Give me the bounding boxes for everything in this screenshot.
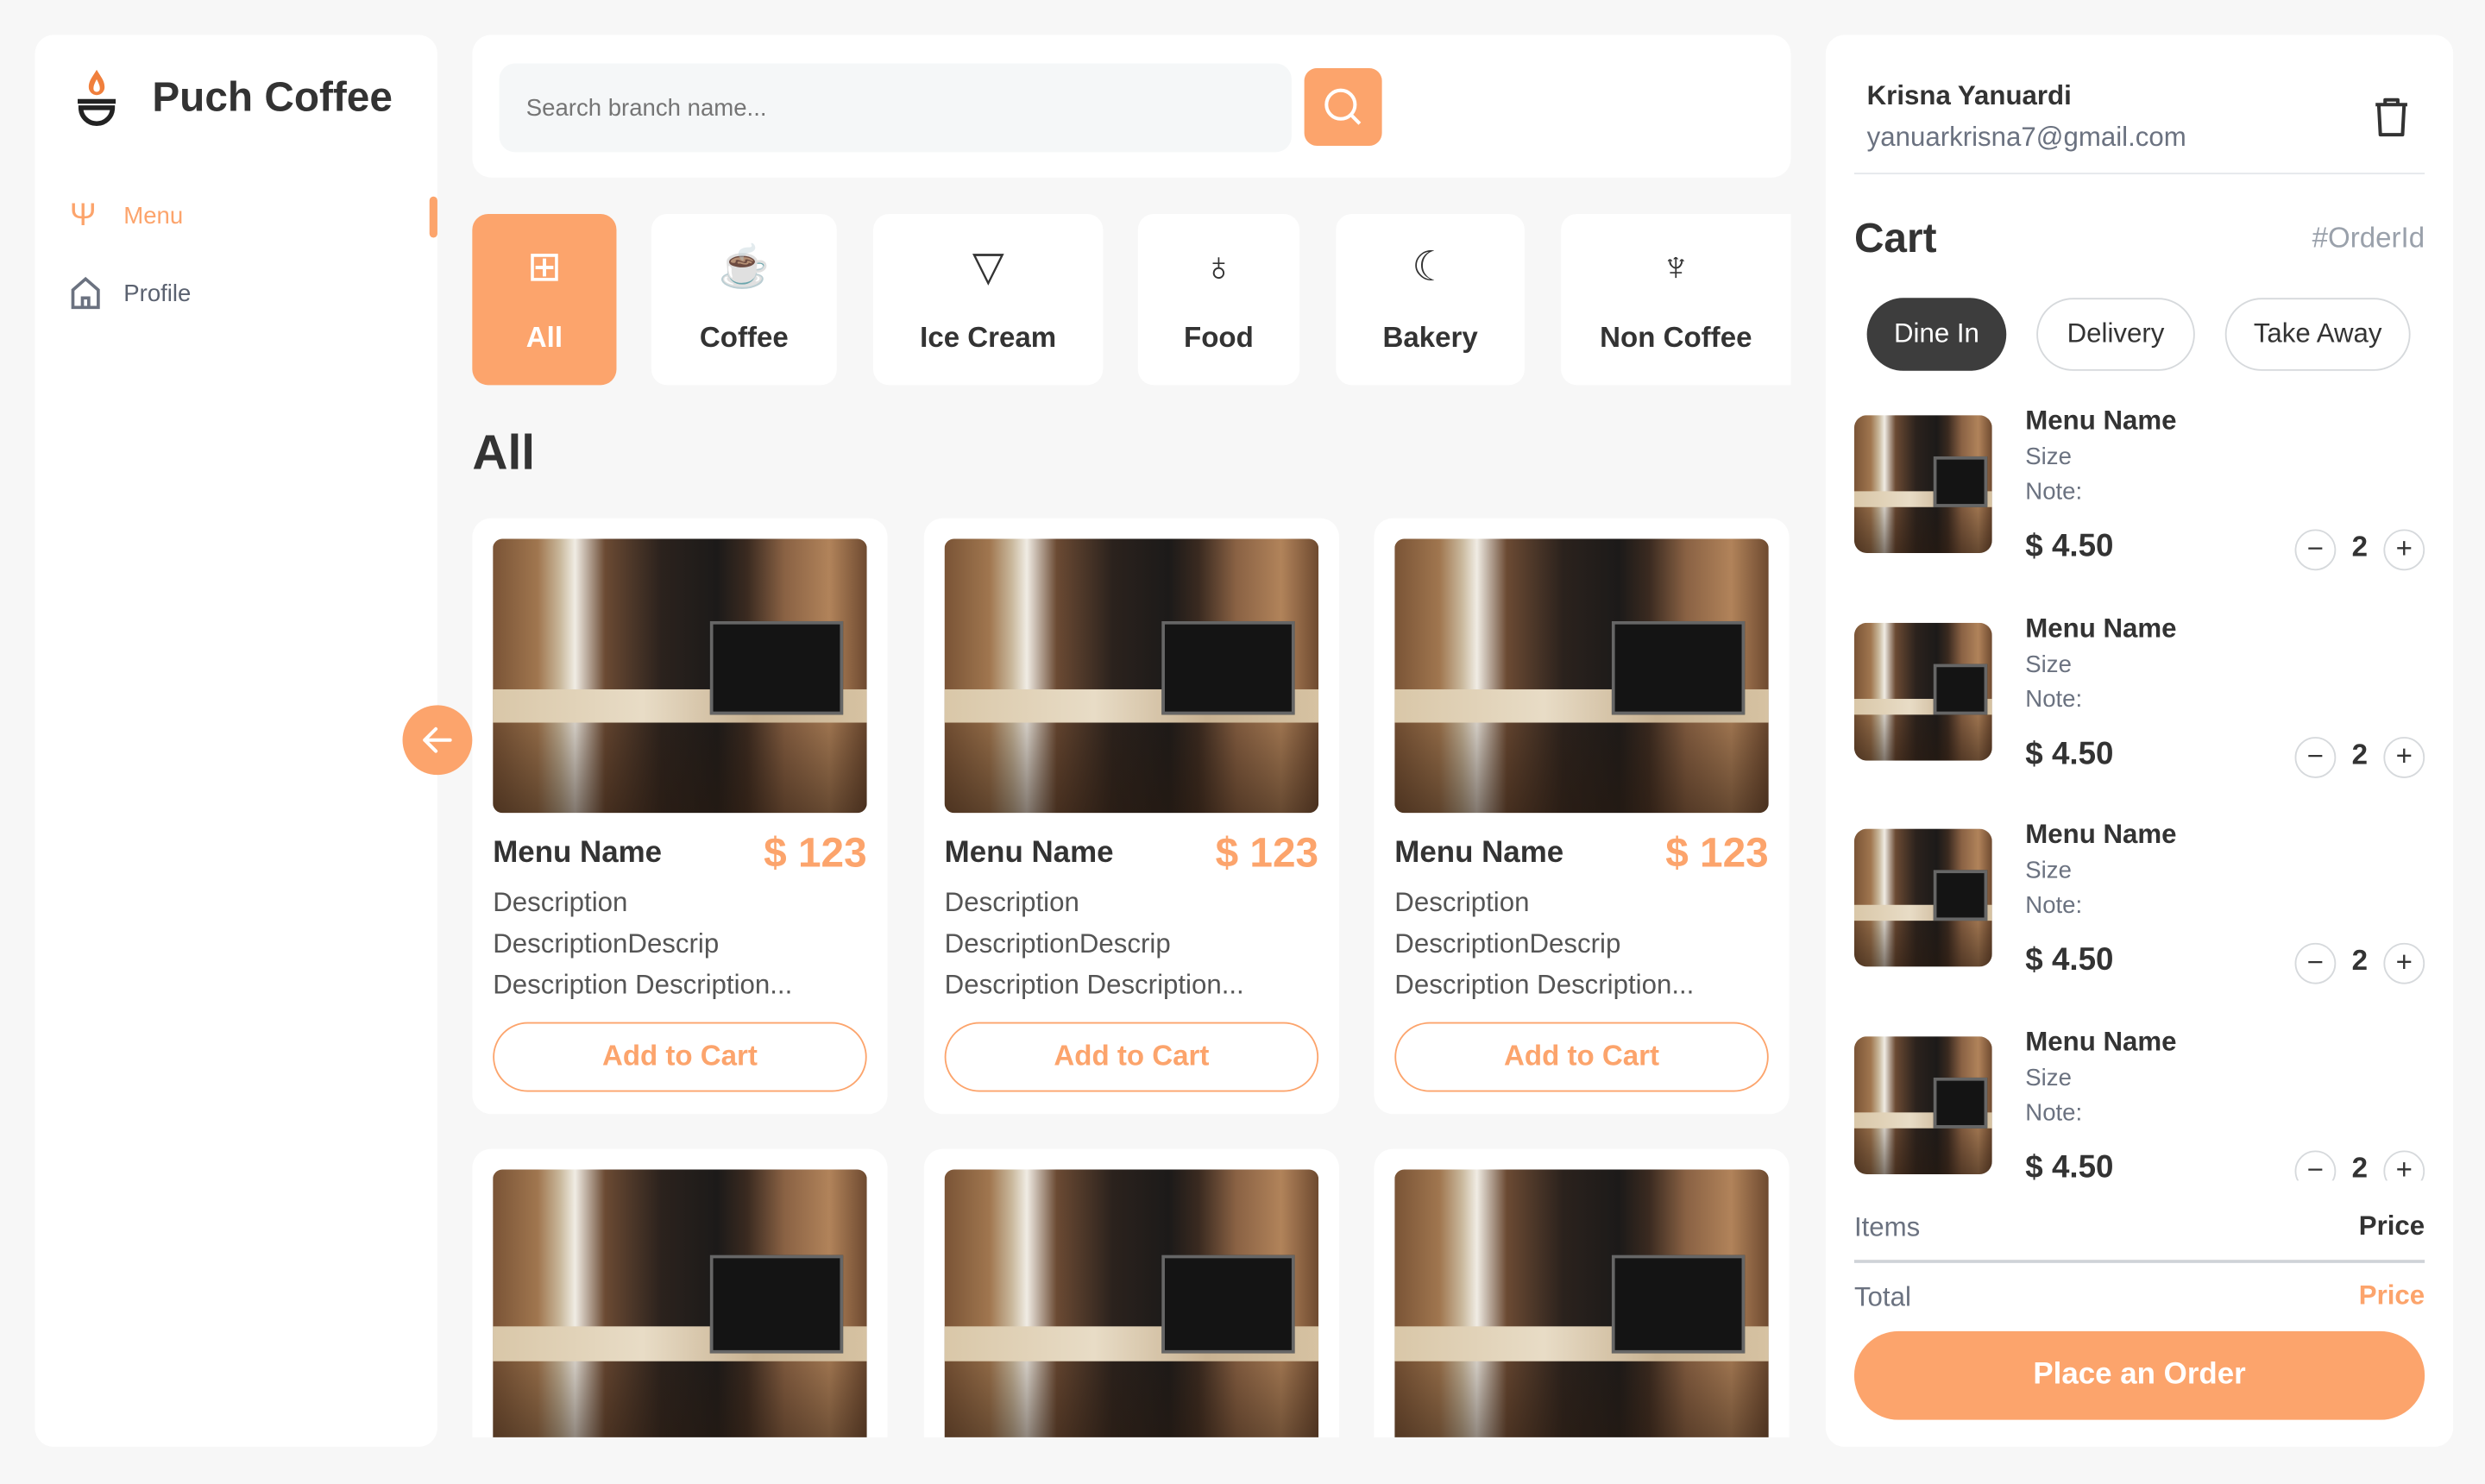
menu-image	[944, 1169, 1319, 1437]
total-label: Total	[1853, 1281, 1911, 1312]
cup-straw-icon: ♆	[1660, 242, 1692, 291]
logo-icon	[77, 69, 116, 126]
increase-qty-button[interactable]: +	[2383, 529, 2425, 571]
order-type-dine-in[interactable]: Dine In	[1866, 298, 2007, 371]
quantity: 2	[2351, 531, 2369, 563]
sidebar-item-label: Menu	[123, 203, 184, 230]
category-food[interactable]: ♁ Food	[1137, 213, 1300, 386]
category-non-coffee[interactable]: ♆ Non Coffee	[1561, 213, 1791, 386]
order-id: #OrderId	[2312, 222, 2425, 254]
cart-item-image	[1853, 828, 1992, 967]
items-value: Price	[2358, 1210, 2425, 1242]
utensils-icon: Ψ	[69, 198, 97, 233]
cart-item: Menu Name Size Note: $ 4.50 − 2 +	[1853, 613, 2425, 782]
menu-image	[493, 1169, 867, 1437]
decrease-qty-button[interactable]: −	[2294, 942, 2337, 984]
grid-icon: ⊞	[526, 242, 562, 291]
place-order-button[interactable]: Place an Order	[1853, 1330, 2425, 1420]
decrease-qty-button[interactable]: −	[2294, 529, 2337, 571]
coffee-cup-icon: ☕	[718, 242, 771, 291]
menu-card	[1374, 1148, 1790, 1437]
category-bakery[interactable]: ☾ Bakery	[1336, 213, 1525, 386]
user-email: yanuarkrisna7@gmail.com	[1866, 122, 2186, 153]
menu-card	[472, 1148, 888, 1437]
sidebar-item-menu[interactable]: Ψ Menu	[70, 198, 387, 240]
cart-item: Menu Name Size Note: $ 4.50 − 2 +	[1853, 820, 2425, 988]
cart-item: Menu Name Size Note: $ 4.50 − 2 +	[1853, 1027, 2425, 1181]
quantity: 2	[2351, 944, 2369, 977]
cart-title: Cart	[1853, 213, 1937, 262]
brand-name: Puch Coffee	[152, 72, 393, 121]
decrease-qty-button[interactable]: −	[2294, 1150, 2337, 1181]
sidebar-item-label: Profile	[123, 280, 192, 308]
category-ice-cream[interactable]: ▽ Ice Cream	[873, 213, 1104, 386]
increase-qty-button[interactable]: +	[2383, 1150, 2425, 1181]
trash-icon[interactable]	[2373, 95, 2411, 139]
cart-item-image	[1853, 1036, 1992, 1174]
sidebar-item-profile[interactable]: Profile	[70, 274, 387, 316]
search-icon	[1324, 88, 1362, 125]
search-button[interactable]	[1304, 67, 1382, 146]
category-coffee[interactable]: ☕ Coffee	[651, 213, 837, 386]
search-input[interactable]	[499, 63, 1292, 153]
divider	[1853, 173, 2425, 175]
quantity: 2	[2351, 738, 2369, 770]
cart-item-image	[1853, 622, 1992, 761]
increase-qty-button[interactable]: +	[2383, 737, 2425, 778]
drumstick-icon: ♁	[1203, 242, 1235, 291]
menu-image	[1394, 1169, 1769, 1437]
menu-card	[923, 1148, 1340, 1437]
ice-cream-icon: ▽	[972, 242, 1004, 291]
quantity: 2	[2351, 1152, 2369, 1181]
order-type-delivery[interactable]: Delivery	[2036, 298, 2195, 371]
total-value: Price	[2358, 1280, 2425, 1311]
decrease-qty-button[interactable]: −	[2294, 737, 2337, 778]
increase-qty-button[interactable]: +	[2383, 942, 2425, 984]
category-all[interactable]: ⊞ All	[472, 213, 617, 386]
user-name: Krisna Yanuardi	[1866, 80, 2072, 111]
divider	[1853, 1260, 2425, 1263]
items-label: Items	[1853, 1212, 1921, 1242]
active-indicator	[429, 196, 437, 238]
cart-item: Menu Name Size Note: $ 4.50 − 2 +	[1853, 406, 2425, 574]
croissant-icon: ☾	[1412, 242, 1450, 291]
home-icon	[71, 276, 100, 310]
order-type-take-away[interactable]: Take Away	[2224, 298, 2411, 371]
cart-item-image	[1853, 415, 1992, 554]
